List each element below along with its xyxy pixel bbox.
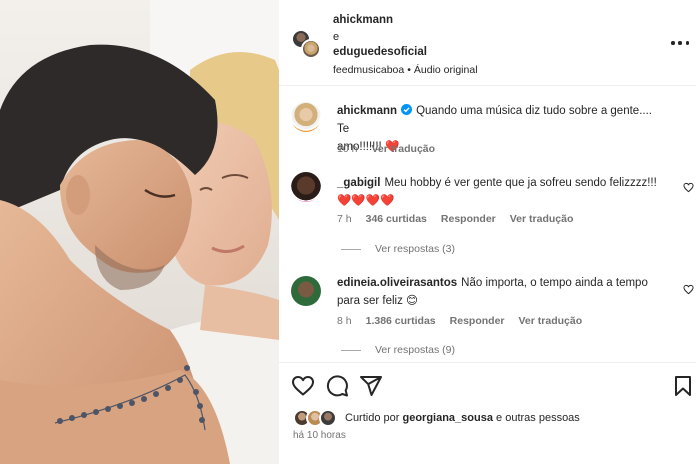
more-dot — [685, 41, 689, 45]
view-replies-label: Ver respostas (3) — [375, 243, 455, 255]
post-timestamp[interactable]: há 10 horas — [293, 430, 346, 441]
header-username-1[interactable]: ahickmann — [333, 14, 393, 26]
collab-avatars[interactable] — [292, 30, 322, 60]
comment-text-line2: para ser feliz — [337, 295, 403, 307]
post-header: ahickmann e eduguedesoficial feedmusicab… — [279, 0, 696, 86]
post-photo[interactable] — [0, 0, 279, 464]
couple-photo-illustration — [0, 0, 279, 464]
liker-avatars — [293, 409, 339, 427]
replies-line — [341, 349, 361, 351]
comment-item: edineia.oliveirasantos Não importa, o tem… — [279, 270, 696, 360]
comment-username[interactable]: edineia.oliveirasantos — [337, 277, 457, 289]
audio-account-link[interactable]: feedmusicaboa — [333, 64, 404, 76]
header-username-2[interactable]: eduguedesoficial — [333, 46, 427, 58]
save-button[interactable] — [671, 374, 695, 398]
avatar-eduguedesoficial[interactable] — [301, 39, 321, 59]
smile-emoji: 😊 — [406, 295, 419, 307]
header-connector: e — [333, 31, 340, 43]
action-bar — [279, 372, 696, 400]
comment-text: _gabigil Meu hobby é ver gente que ja sof… — [337, 174, 667, 210]
comment-username[interactable]: _gabigil — [337, 177, 380, 189]
more-options-icon[interactable] — [671, 38, 689, 48]
verified-badge-icon — [401, 104, 413, 115]
like-button[interactable] — [291, 374, 315, 398]
audio-info: feedmusicaboa • Áudio original — [333, 64, 478, 76]
view-replies-label: Ver respostas (9) — [375, 344, 455, 356]
more-dot — [678, 41, 682, 45]
liked-by-suffix[interactable]: e outras pessoas — [496, 412, 580, 424]
more-dot — [671, 41, 675, 45]
comment-meta: 7 h 346 curtidas Responder Ver tradução — [337, 213, 587, 225]
comment-meta: 8 h 1.386 curtidas Responder Ver tradução — [337, 315, 596, 327]
translate-link[interactable]: Ver tradução — [510, 213, 574, 225]
liked-by-row[interactable]: Curtido por georgiana_sousa e outras pes… — [293, 407, 580, 429]
comment-time[interactable]: 10 h — [337, 143, 357, 155]
comment-button[interactable] — [325, 374, 349, 398]
comment-time[interactable]: 8 h — [337, 315, 352, 327]
audio-label-link[interactable]: Áudio original — [414, 64, 478, 76]
comment-username[interactable]: ahickmann — [337, 105, 397, 117]
actions-divider — [279, 362, 696, 363]
comment-text-line1: Meu hobby é ver gente que ja sofreu send… — [384, 177, 657, 189]
translate-link[interactable]: Ver tradução — [371, 143, 435, 155]
caption-comment: ahickmann Quando uma música diz tudo sobr… — [279, 96, 696, 160]
like-comment-heart-icon[interactable] — [683, 182, 694, 193]
share-icon — [360, 376, 382, 396]
comment-meta: 10 h Ver tradução — [337, 143, 449, 155]
liked-by-text: Curtido por georgiana_sousa e outras pes… — [345, 412, 580, 424]
share-button[interactable] — [359, 374, 383, 398]
translate-link[interactable]: Ver tradução — [519, 315, 583, 327]
liked-by-prefix: Curtido por — [345, 412, 400, 424]
liked-by-user[interactable]: georgiana_sousa — [402, 412, 492, 424]
bookmark-icon — [675, 376, 691, 396]
reply-button[interactable]: Responder — [441, 213, 496, 225]
comment-time[interactable]: 7 h — [337, 213, 352, 225]
heart-icon — [292, 376, 314, 396]
comment-likes[interactable]: 1.386 curtidas — [366, 315, 436, 327]
view-replies-button[interactable]: Ver respostas (9) — [341, 344, 455, 356]
avatar[interactable] — [291, 276, 321, 306]
reply-button[interactable]: Responder — [450, 315, 505, 327]
post-details-panel: ahickmann e eduguedesoficial feedmusicab… — [279, 0, 696, 464]
comment-likes[interactable]: 346 curtidas — [366, 213, 427, 225]
comment-text: edineia.oliveirasantos Não importa, o tem… — [337, 274, 667, 310]
comment-text-line1: Não importa, o tempo ainda a tempo — [461, 277, 648, 289]
comment-icon — [326, 375, 348, 397]
avatar[interactable] — [291, 102, 321, 132]
replies-line — [341, 248, 361, 250]
hearts-emoji: ❤️❤️❤️❤️ — [337, 195, 395, 207]
avatar[interactable] — [291, 172, 321, 202]
comment-item: _gabigil Meu hobby é ver gente que ja sof… — [279, 168, 696, 260]
audio-separator: • — [407, 64, 411, 76]
like-comment-heart-icon[interactable] — [683, 284, 694, 295]
view-replies-button[interactable]: Ver respostas (3) — [341, 243, 455, 255]
liker-avatar — [319, 409, 337, 427]
